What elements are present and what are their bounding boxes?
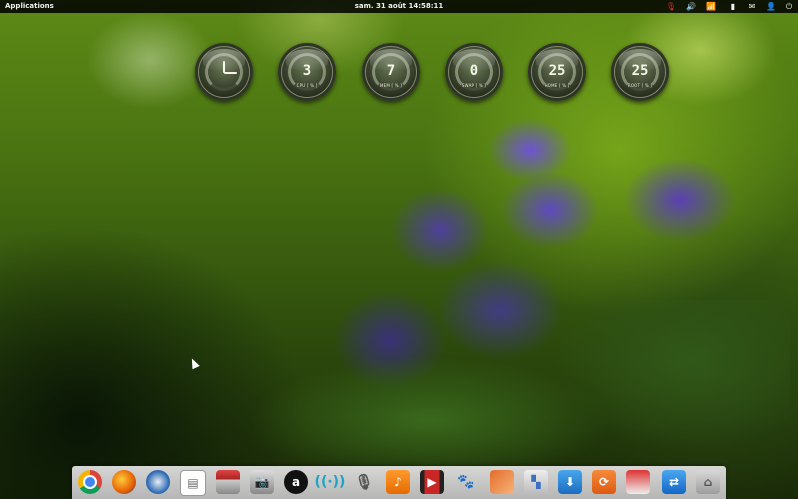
root-value: 25 — [631, 63, 649, 79]
download-icon[interactable]: ⬇ — [558, 470, 582, 494]
wallpaper-leaf — [230, 300, 790, 470]
teamviewer-icon[interactable]: ⇄ — [662, 470, 686, 494]
swap-label: SWAP [ % ] — [461, 83, 487, 88]
swap-gauge: 0 SWAP [ % ] — [445, 43, 503, 101]
memory-gauge: 7 MEM [ % ] — [362, 43, 420, 101]
photos-icon[interactable] — [490, 470, 514, 494]
cpu-value: 3 — [302, 63, 312, 79]
chrome-icon[interactable] — [78, 470, 102, 494]
home-disk-gauge: 25 HOME [ % ] — [528, 43, 586, 101]
sound-recorder-icon[interactable]: 🎙 — [352, 470, 376, 494]
top-panel: Applications sam. 31 août 14:58:11 🎙 🔊 📶… — [0, 0, 798, 13]
swap-value: 0 — [469, 63, 479, 79]
volume-icon[interactable]: 🔊 — [684, 0, 698, 13]
workspace-switcher-icon[interactable]: ▚ — [524, 470, 548, 494]
wifi-icon[interactable]: 📶 — [704, 0, 718, 13]
cpu-gauge: 3 CPU [ % ] — [278, 43, 336, 101]
microphone-icon[interactable]: 🎙 — [664, 0, 678, 13]
user-icon[interactable]: 👤 — [764, 0, 778, 13]
root-disk-gauge: 25 ROOT [ % ] — [611, 43, 669, 101]
clock-minute-hand — [224, 72, 237, 74]
battery-icon[interactable]: ▮ — [726, 0, 740, 13]
datetime-indicator[interactable]: sam. 31 août 14:58:11 — [309, 0, 489, 13]
text-editor-icon[interactable]: ▤ — [180, 470, 206, 496]
home-label: HOME [ % ] — [544, 83, 570, 88]
memory-label: MEM [ % ] — [380, 83, 402, 88]
transmission-icon[interactable] — [216, 470, 240, 494]
applications-menu[interactable]: Applications — [5, 0, 54, 13]
home-folder-icon[interactable]: ⌂ — [696, 470, 720, 494]
amazon-icon[interactable]: a — [284, 470, 308, 494]
thunderbird-icon[interactable] — [146, 470, 170, 494]
video-player-icon[interactable]: ▶ — [420, 470, 444, 494]
software-center-icon[interactable] — [626, 470, 650, 494]
power-icon[interactable]: ⏻ — [782, 0, 796, 13]
update-manager-icon[interactable]: ⟳ — [592, 470, 616, 494]
home-value: 25 — [548, 63, 566, 79]
music-player-icon[interactable]: ♪ — [386, 470, 410, 494]
gimp-icon[interactable]: 🐾 — [454, 470, 478, 494]
memory-value: 7 — [386, 63, 396, 79]
cpu-label: CPU [ % ] — [296, 83, 318, 88]
mail-icon[interactable]: ✉ — [745, 0, 759, 13]
root-label: ROOT [ % ] — [627, 83, 653, 88]
clock-gauge — [195, 43, 253, 101]
wireless-icon[interactable]: ((·)) — [315, 470, 346, 494]
firefox-icon[interactable] — [112, 470, 136, 494]
chrome-center — [83, 475, 97, 489]
camera-icon[interactable]: 📷 — [250, 470, 274, 494]
